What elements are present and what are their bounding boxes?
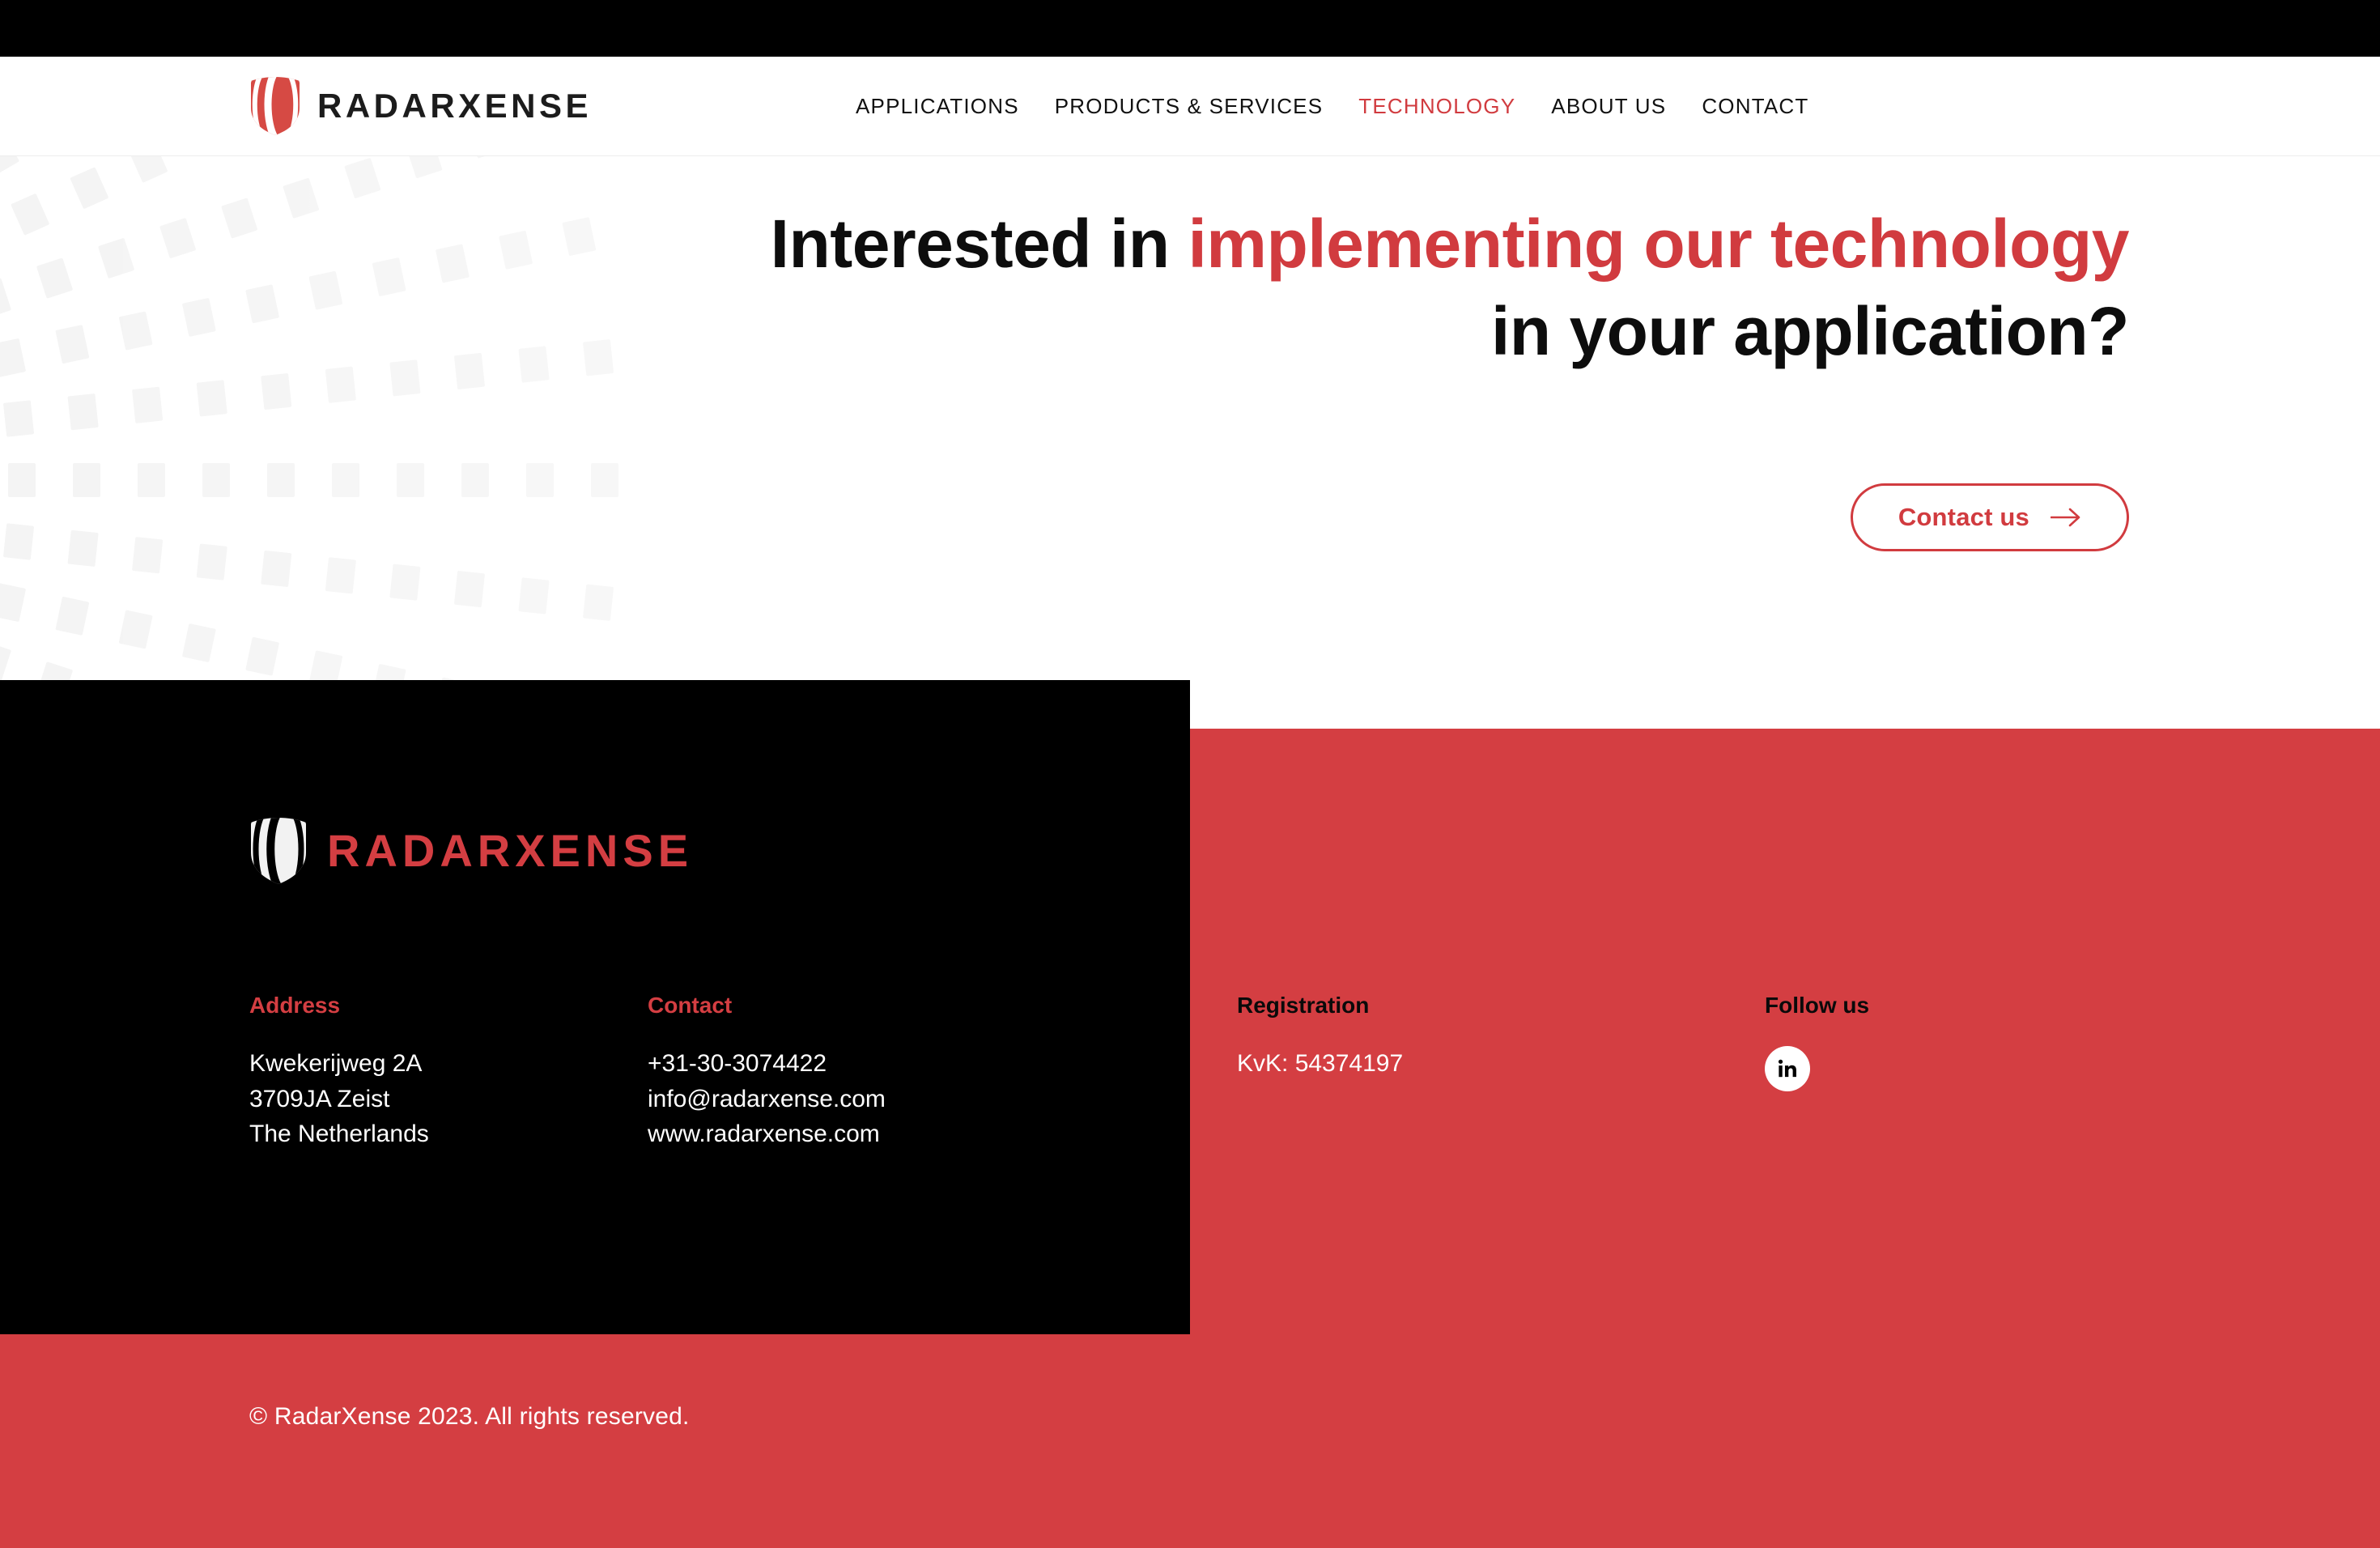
footer-column-registration: Registration KvK: 54374197 [1237,994,1403,1082]
nav-item-about-us[interactable]: ABOUT US [1533,94,1684,119]
footer-brand-logo[interactable]: RADARXENSE [249,818,693,884]
footer-black-panel [0,680,1190,1334]
radar-shield-icon [249,818,308,884]
hero-heading-part2: in your application? [1490,292,2130,369]
address-line-1: Kwekerijweg 2A [249,1050,423,1077]
nav-item-contact[interactable]: CONTACT [1684,94,1826,119]
hero-heading: Interested in implementing our technolog… [769,201,2130,375]
hero-cta-container: Contact us [1850,483,2129,551]
nav-item-products-services[interactable]: PRODUCTS & SERVICES [1037,94,1341,119]
contact-us-label: Contact us [1898,503,2029,531]
linkedin-icon[interactable] [1765,1046,1810,1091]
contact-website[interactable]: www.radarxense.com [648,1116,886,1152]
footer-column-contact: Contact +31-30-3074422 info@radarxense.c… [648,994,886,1152]
registration-kvk: KvK: 54374197 [1237,1050,1404,1077]
social-links-row [1765,1046,1869,1091]
footer-column-address: Address Kwekerijweg 2A 3709JA Zeist The … [249,994,429,1152]
top-black-bar [0,0,2380,57]
nav-item-applications[interactable]: APPLICATIONS [838,94,1037,119]
hero-heading-accent: implementing our technology [1188,206,2129,282]
footer-column-follow: Follow us [1765,994,1869,1091]
contact-phone[interactable]: +31-30-3074422 [648,1046,886,1082]
brand-name: RADARXENSE [317,87,593,125]
contact-heading: Contact [648,993,733,1018]
contact-email[interactable]: info@radarxense.com [648,1082,886,1117]
site-header: RADARXENSE APPLICATIONS PRODUCTS & SERVI… [0,57,2380,156]
hero-content: Interested in implementing our technolog… [0,156,2380,680]
follow-us-heading: Follow us [1765,993,1870,1018]
main-navigation: APPLICATIONS PRODUCTS & SERVICES TECHNOL… [838,94,1826,119]
radar-shield-icon [249,77,301,135]
footer-brand-name: RADARXENSE [327,825,694,876]
address-heading: Address [249,993,341,1018]
footer-copyright: © RadarXense 2023. All rights reserved. [249,1403,690,1430]
brand-logo-link[interactable]: RADARXENSE [249,77,592,135]
contact-us-button[interactable]: Contact us [1850,483,2129,551]
registration-heading: Registration [1237,993,1370,1018]
arrow-right-icon [2051,507,2081,528]
address-line-3: The Netherlands [249,1121,429,1147]
address-line-2: 3709JA Zeist [249,1085,390,1112]
hero-heading-part1: Interested in [770,206,1188,282]
nav-item-technology[interactable]: TECHNOLOGY [1341,94,1533,119]
hero-section: Interested in implementing our technolog… [0,156,2380,680]
page-root: RADARXENSE APPLICATIONS PRODUCTS & SERVI… [0,0,2380,1548]
